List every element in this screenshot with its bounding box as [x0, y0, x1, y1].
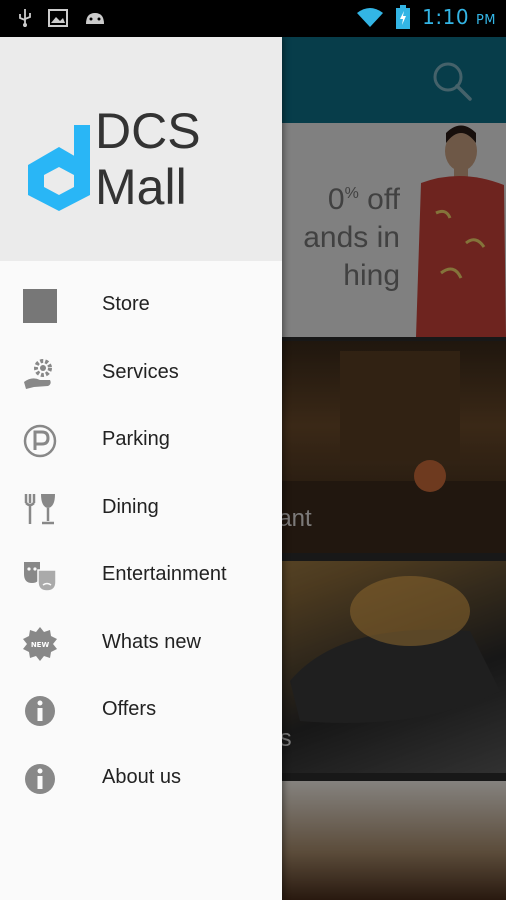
status-bar: 1:10 PM	[0, 0, 506, 37]
drawer-item-label: Services	[102, 360, 179, 383]
dcs-logo-icon	[28, 125, 90, 211]
image-icon	[48, 9, 68, 27]
wifi-icon	[357, 8, 384, 27]
system-status: 1:10 PM	[356, 5, 496, 29]
app-logo-text: DCS Mall	[95, 103, 201, 215]
drawer-item-label: Offers	[102, 698, 157, 720]
drawer-item-parking[interactable]: Parking	[0, 407, 282, 475]
drawer-item-entertainment[interactable]: Entertainment	[0, 542, 282, 610]
notification-icons	[18, 9, 106, 27]
drawer-item-label: Store	[102, 293, 150, 315]
info-icon	[25, 696, 55, 726]
new-badge-icon: NEW	[23, 626, 57, 661]
drawer-item-label: Entertainment	[102, 563, 227, 585]
drawer-item-offers[interactable]: Offers	[0, 677, 282, 745]
services-hand-gear-icon	[24, 358, 52, 389]
drawer-item-label: Parking	[102, 428, 170, 450]
theater-masks-icon	[24, 562, 57, 592]
battery-charging-icon	[396, 5, 411, 29]
drawer-item-dining[interactable]: Dining	[0, 475, 282, 543]
info-icon	[25, 763, 55, 794]
dining-fork-glass-icon	[24, 493, 55, 524]
drawer-item-label: About us	[102, 765, 181, 788]
navigation-drawer: DCS Mall Store Services Parking Dining E…	[0, 37, 282, 900]
drawer-item-label: Dining	[102, 495, 159, 518]
drawer-item-about-us[interactable]: About us	[0, 745, 282, 813]
svg-text:NEW: NEW	[31, 641, 50, 649]
android-icon	[86, 13, 104, 24]
drawer-header: DCS Mall	[0, 37, 282, 261]
drawer-item-label: Whats new	[102, 630, 201, 653]
store-square-icon	[23, 289, 57, 323]
drawer-scrim[interactable]	[282, 37, 506, 900]
drawer-item-store[interactable]: Store	[0, 272, 282, 340]
usb-icon	[19, 9, 31, 27]
clock: 1:10 PM	[422, 5, 496, 29]
drawer-item-services[interactable]: Services	[0, 340, 282, 408]
drawer-item-whats-new[interactable]: NEW Whats new	[0, 610, 282, 678]
parking-icon	[23, 424, 57, 458]
drawer-menu: Store Services Parking Dining Entertainm…	[0, 272, 282, 812]
